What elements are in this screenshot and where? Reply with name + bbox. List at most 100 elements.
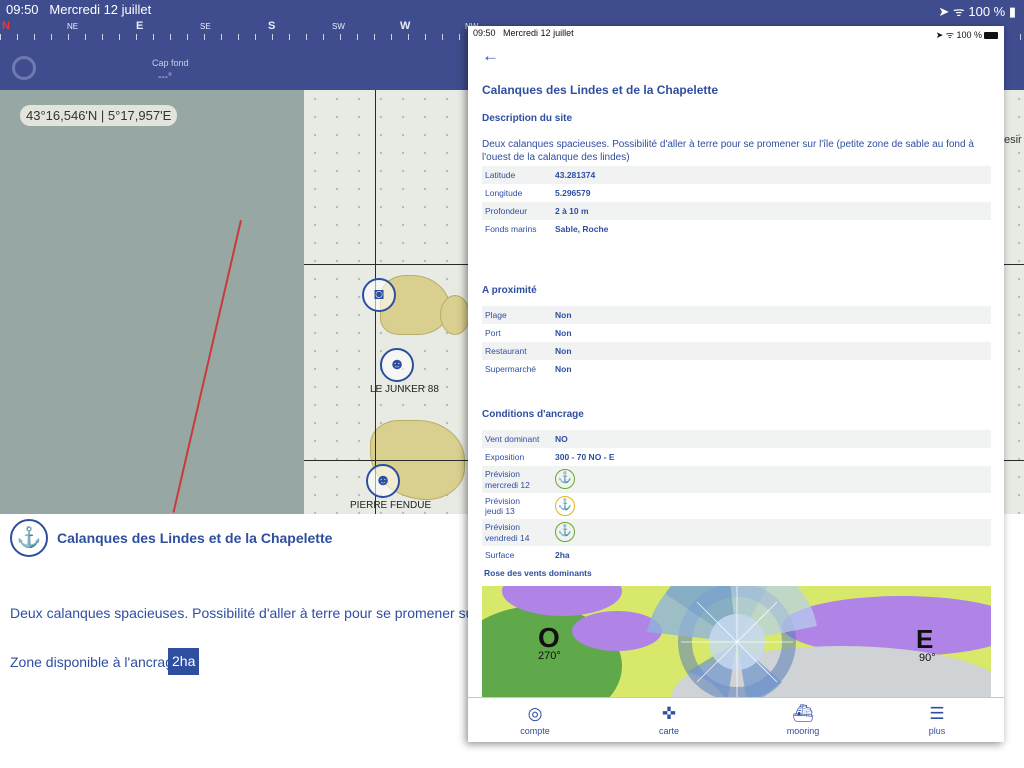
description-section-title: Description du site	[482, 113, 573, 124]
panel-title: Calanques des Lindes et de la Chapelette	[57, 530, 333, 546]
panel-description: Deux calanques spacieuses. Possibilité d…	[10, 605, 470, 621]
compass-label: S	[268, 20, 276, 32]
table-row: Plage Non	[482, 306, 991, 324]
poi-label-junker: LE JUNKER 88	[370, 384, 439, 395]
table-row: Surface 2ha	[482, 546, 991, 564]
details-table: Latitude 43.281374 Longitude 5.296579 Profon…	[482, 166, 991, 238]
row-value: 5.296579	[555, 188, 591, 198]
row-key: Restaurant	[485, 346, 527, 356]
table-row: Latitude 43.281374	[482, 166, 991, 184]
compass-icon: ✜	[661, 704, 677, 723]
row-key: Profondeur	[485, 206, 528, 216]
rose-west-degree: 270°	[538, 650, 561, 662]
forecast-row: Prévision jeudi 13 ⚓	[482, 493, 991, 520]
island-shape	[440, 295, 470, 335]
conditions-table: Vent dominant NO Exposition 300 - 70 NO - E…	[482, 430, 991, 564]
cap-fond-label: Cap fond	[152, 58, 189, 68]
compass-label: W	[400, 20, 411, 32]
table-row: Longitude 5.296579	[482, 184, 991, 202]
row-key: Fonds marins	[485, 224, 537, 234]
status-time: 09:50 Mercredi 12 juillet	[6, 2, 152, 17]
row-value: 2ha	[555, 549, 570, 560]
row-key: Longitude	[485, 188, 523, 198]
forecast-row: Prévision vendredi 14 ⚓	[482, 519, 991, 546]
compass-label: SW	[332, 22, 345, 31]
row-key: Surface	[485, 549, 515, 560]
tab-label: compte	[520, 726, 550, 736]
settings-gear-icon[interactable]	[12, 56, 36, 80]
battery-icon	[984, 32, 998, 39]
coordinates-readout: 43°16,546'N | 5°17,957'E	[20, 105, 178, 126]
row-value: Non	[555, 310, 572, 320]
forecast-label: Prévision jeudi 13	[485, 495, 520, 517]
sheet-status-bar: 09:50 Mercredi 12 juillet ➤ ᯤ 100 %	[468, 26, 1004, 40]
anchor-forecast-icon: ⚓	[555, 522, 575, 542]
conditions-section-title: Conditions d'ancrage	[482, 409, 584, 420]
course-line	[172, 220, 242, 513]
row-value: Non	[555, 346, 572, 356]
row-value: Non	[555, 328, 572, 338]
tab-plus[interactable]: ☰ plus	[870, 698, 1004, 742]
table-row: Port Non	[482, 324, 991, 342]
tab-compte[interactable]: ◎ compte	[468, 698, 602, 742]
back-arrow-icon[interactable]: ←	[482, 46, 499, 66]
anchor-forecast-icon: ⚓	[555, 469, 575, 489]
row-key: Exposition	[485, 452, 525, 462]
sheet-status-right: ➤ ᯤ 100 %	[936, 28, 998, 41]
row-value: 300 - 70 NO - E	[555, 452, 615, 462]
proximity-table: Plage Non Port Non Restaurant Non Supermarché N…	[482, 306, 991, 378]
site-title: Calanques des Lindes et de la Chapelette	[482, 83, 719, 97]
diver-icon[interactable]: ☻	[366, 464, 400, 498]
sheet-status-time: 09:50 Mercredi 12 juillet	[473, 28, 574, 38]
site-detail-sheet: 09:50 Mercredi 12 juillet ➤ ᯤ 100 % ← Ca…	[468, 26, 1004, 742]
zone-label: Zone disponible à l'ancrage	[10, 654, 181, 670]
camera-icon[interactable]: ◙	[362, 278, 396, 312]
tab-carte[interactable]: ✜ carte	[602, 698, 736, 742]
compass-label: SE	[200, 22, 211, 31]
row-value: NO	[555, 434, 568, 444]
compass-label: E	[136, 20, 144, 32]
anchor-forecast-icon: ⚓	[555, 495, 575, 516]
row-key: Latitude	[485, 170, 516, 180]
wind-rose-title: Rose des vents dominants	[484, 568, 592, 578]
row-key: Port	[485, 328, 501, 338]
table-row: Fonds marins Sable, Roche	[482, 220, 991, 238]
table-row: Exposition 300 - 70 NO - E	[482, 448, 991, 466]
row-key: Plage	[485, 310, 507, 320]
proximity-section-title: A proximité	[482, 285, 537, 296]
table-row: Profondeur 2 à 10 m	[482, 202, 991, 220]
bottom-tab-bar: ◎ compte ✜ carte ⛴ mooring ☰ plus	[468, 697, 1004, 742]
menu-icon: ☰	[929, 704, 945, 723]
compass-label: NE	[67, 22, 79, 31]
site-description: Deux calanques spacieuses. Possibilité d…	[482, 139, 974, 163]
cap-fond-value: ---°	[158, 72, 172, 83]
row-value: Sable, Roche	[555, 224, 609, 234]
table-row: Supermarché Non	[482, 360, 991, 378]
forecast-label: Prévision mercredi 12	[485, 469, 530, 490]
rose-east-label: E	[916, 624, 934, 654]
rose-east-degree: 90°	[919, 652, 936, 664]
anchor-icon: ⚓	[10, 519, 48, 557]
poi-label-pierre-fendue: PIERRE FENDUE	[350, 500, 432, 511]
background-status-bar: 09:50 Mercredi 12 juillet ➤ ᯤ 100 % ▮	[0, 0, 1024, 19]
wind-rose-chart: O 270° E 90°	[482, 586, 991, 698]
tab-label: carte	[658, 726, 679, 736]
map-edge-label: esir	[1004, 134, 1022, 146]
forecast-label: Prévision vendredi 14	[485, 522, 530, 543]
tab-mooring[interactable]: ⛴ mooring	[736, 698, 870, 742]
row-value: 43.281374	[555, 170, 596, 180]
compass-label: N	[2, 20, 10, 32]
diver-icon[interactable]: ☻	[380, 348, 414, 382]
table-row: Vent dominant NO	[482, 430, 991, 448]
person-icon: ◎	[527, 704, 543, 723]
boat-icon: ⛴	[792, 704, 814, 723]
tab-label: mooring	[786, 726, 820, 736]
row-key: Supermarché	[485, 364, 537, 374]
zone-value-badge: 2ha	[168, 648, 200, 675]
forecast-row: Prévision mercredi 12 ⚓	[482, 466, 991, 493]
row-value: Non	[555, 364, 572, 374]
row-key: Vent dominant	[485, 434, 540, 444]
tab-label: plus	[928, 726, 946, 736]
row-value: 2 à 10 m	[555, 206, 589, 216]
table-row: Restaurant Non	[482, 342, 991, 360]
